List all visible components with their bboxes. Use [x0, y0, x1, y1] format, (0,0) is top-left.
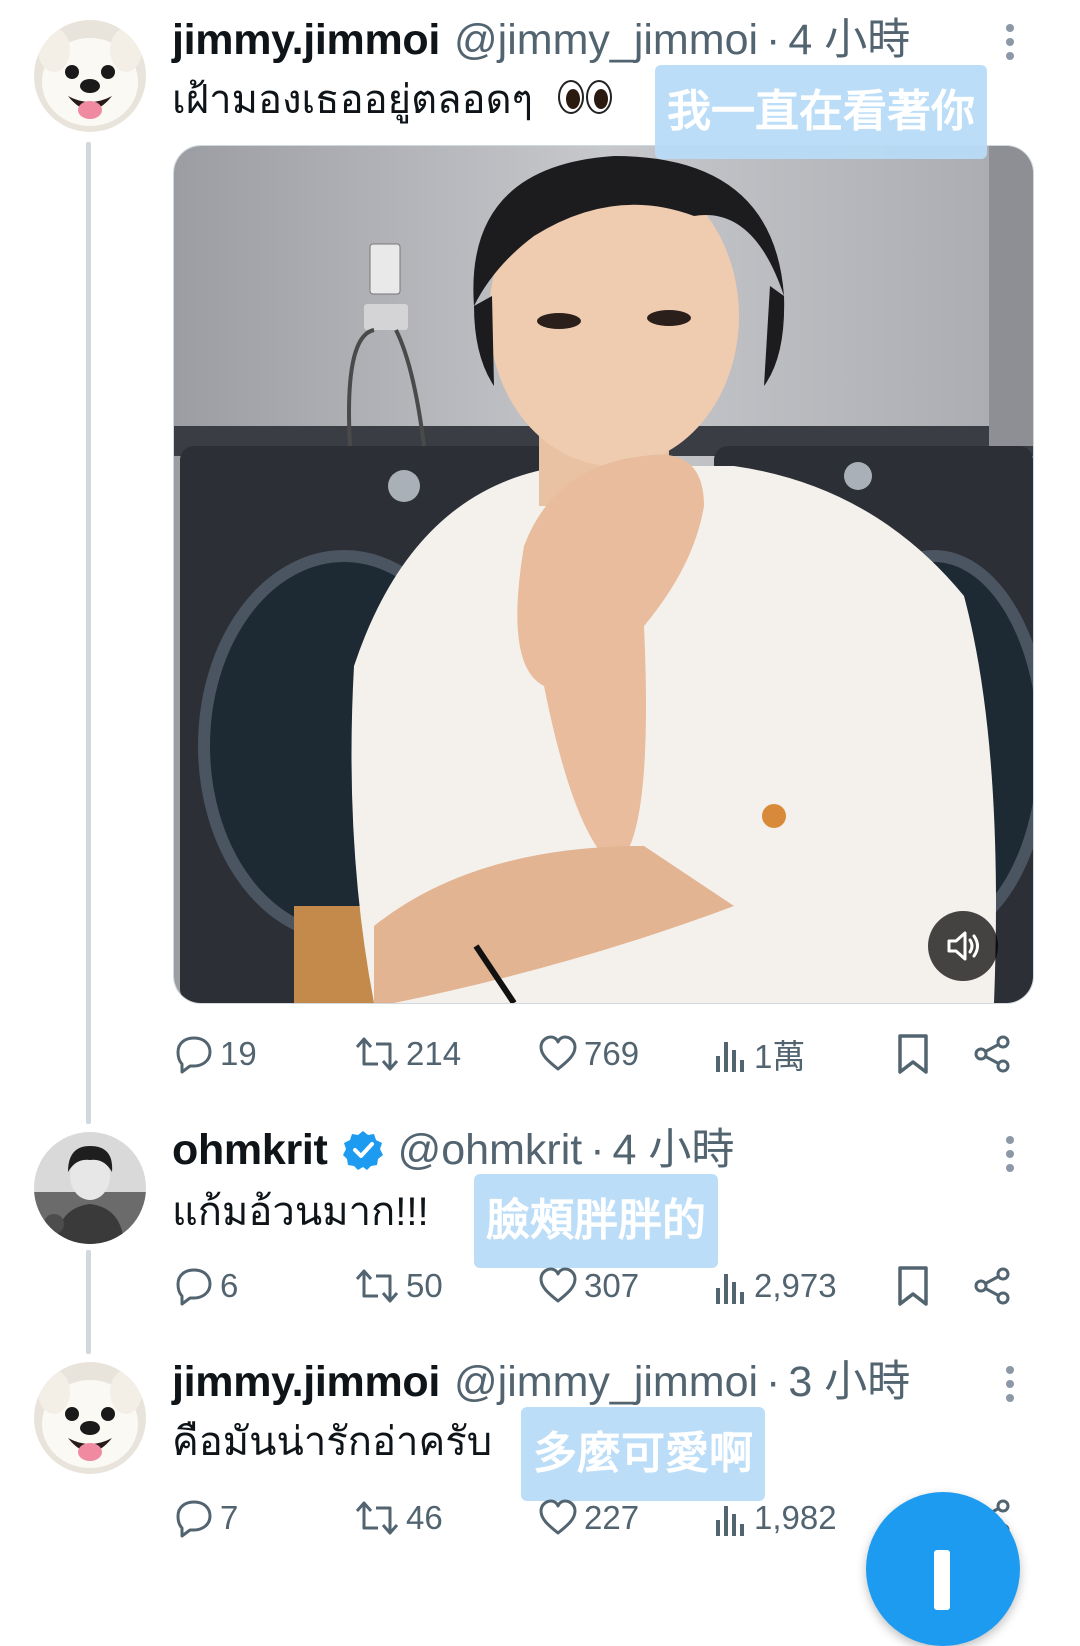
bookmark-button[interactable] — [896, 1262, 930, 1310]
translation-caption: 我一直在看著你 — [655, 65, 987, 159]
retweet-button[interactable]: 50 — [354, 1262, 443, 1310]
bookmark-button[interactable] — [896, 1030, 930, 1078]
reply-icon — [176, 1268, 212, 1306]
heart-icon — [539, 1267, 577, 1303]
reply-count: 7 — [220, 1499, 239, 1536]
mute-toggle-button[interactable] — [928, 911, 998, 981]
heart-icon — [539, 1035, 577, 1071]
thread-connector-line — [86, 142, 91, 1124]
tweet-text-content: แก้มอ้วนมาก!!! — [172, 1190, 429, 1234]
user-handle[interactable]: @ohmkrit — [398, 1124, 583, 1176]
tweet-text-content: คือมันน่ารักอ่าครับ — [172, 1420, 493, 1464]
tweet-text: คือมันน่ารักอ่าครับ — [172, 1416, 492, 1468]
avatar[interactable] — [34, 1132, 146, 1244]
views-count: 1,982 — [754, 1499, 837, 1536]
retweet-icon — [355, 1501, 399, 1535]
user-handle[interactable]: @jimmy_jimmoi — [454, 14, 758, 66]
tweet-header: jimmy.jimmoi @jimmy_jimmoi · 3 小時 — [172, 1356, 910, 1408]
more-vertical-icon — [1006, 1136, 1014, 1172]
like-button[interactable]: 769 — [538, 1030, 639, 1078]
tweet-text: เฝ้ามองเธออยู่ตลอดๆ — [172, 74, 613, 128]
more-options-button[interactable] — [996, 20, 1024, 64]
heart-icon — [539, 1499, 577, 1535]
eyes-emoji-icon — [558, 76, 613, 128]
reply-button[interactable]: 7 — [174, 1494, 238, 1542]
retweet-icon — [355, 1037, 399, 1071]
more-vertical-icon — [1006, 24, 1014, 60]
views-count: 1萬 — [754, 1038, 806, 1075]
tweet-actions: 6 50 307 2,973 — [172, 1262, 1032, 1310]
views-chart-icon — [716, 1042, 744, 1072]
person-avatar-icon — [34, 1132, 146, 1244]
reply-button[interactable]: 6 — [174, 1262, 238, 1310]
tweet-video[interactable] — [173, 145, 1034, 1004]
thread-connector-line — [86, 1250, 91, 1354]
share-icon — [974, 1035, 1010, 1073]
share-icon — [974, 1267, 1010, 1305]
tweet-text-content: เฝ้ามองเธออยู่ตลอดๆ — [172, 78, 534, 122]
like-button[interactable]: 307 — [538, 1262, 639, 1310]
retweet-icon — [355, 1269, 399, 1303]
compose-tweet-button[interactable] — [866, 1492, 1020, 1646]
display-name[interactable]: ohmkrit — [172, 1124, 328, 1176]
video-frame-image — [174, 146, 1033, 1003]
bookmark-icon — [898, 1266, 928, 1306]
reply-button[interactable]: 19 — [174, 1030, 257, 1078]
reply-count: 19 — [220, 1035, 257, 1072]
share-button[interactable] — [972, 1262, 1012, 1310]
retweet-count: 46 — [406, 1499, 443, 1536]
dog-avatar-icon — [34, 1362, 146, 1474]
tweet-header: jimmy.jimmoi @jimmy_jimmoi · 4 小時 — [172, 14, 910, 66]
timestamp[interactable]: 3 小時 — [788, 1356, 910, 1408]
timestamp[interactable]: 4 小時 — [788, 14, 910, 66]
verified-badge-icon — [342, 1129, 384, 1171]
reply-count: 6 — [220, 1267, 239, 1304]
views-button[interactable]: 1萬 — [714, 1030, 805, 1078]
dog-avatar-icon — [34, 20, 146, 132]
retweet-button[interactable]: 46 — [354, 1494, 443, 1542]
avatar[interactable] — [34, 20, 146, 132]
tweet-actions: 19 214 769 1萬 — [172, 1030, 1032, 1078]
views-count: 2,973 — [754, 1267, 837, 1304]
speaker-icon — [947, 931, 979, 961]
like-count: 769 — [584, 1035, 640, 1072]
views-chart-icon — [716, 1506, 744, 1536]
display-name[interactable]: jimmy.jimmoi — [172, 1356, 440, 1408]
like-count: 227 — [584, 1499, 640, 1536]
reply-icon — [176, 1500, 212, 1538]
timestamp[interactable]: 4 小時 — [613, 1124, 735, 1176]
more-vertical-icon — [1006, 1366, 1014, 1402]
more-options-button[interactable] — [996, 1132, 1024, 1176]
tweet-header: ohmkrit @ohmkrit · 4 小時 — [172, 1124, 734, 1176]
like-button[interactable]: 227 — [538, 1494, 639, 1542]
bookmark-icon — [898, 1034, 928, 1074]
reply-icon — [176, 1036, 212, 1074]
tweet-text: แก้มอ้วนมาก!!! — [172, 1186, 429, 1238]
user-handle[interactable]: @jimmy_jimmoi — [454, 1356, 758, 1408]
plus-icon — [934, 1550, 950, 1610]
translation-caption: 多麼可愛啊 — [521, 1407, 765, 1501]
separator-dot: · — [590, 1126, 605, 1174]
views-button[interactable]: 1,982 — [714, 1494, 837, 1542]
views-button[interactable]: 2,973 — [714, 1262, 837, 1310]
retweet-count: 214 — [406, 1035, 462, 1072]
translation-caption: 臉頰胖胖的 — [474, 1174, 718, 1268]
avatar[interactable] — [34, 1362, 146, 1474]
views-chart-icon — [716, 1274, 744, 1304]
separator-dot: · — [766, 16, 781, 64]
retweet-count: 50 — [406, 1267, 443, 1304]
separator-dot: · — [766, 1358, 781, 1406]
share-button[interactable] — [972, 1030, 1012, 1078]
like-count: 307 — [584, 1267, 640, 1304]
display-name[interactable]: jimmy.jimmoi — [172, 14, 440, 66]
more-options-button[interactable] — [996, 1362, 1024, 1406]
retweet-button[interactable]: 214 — [354, 1030, 461, 1078]
